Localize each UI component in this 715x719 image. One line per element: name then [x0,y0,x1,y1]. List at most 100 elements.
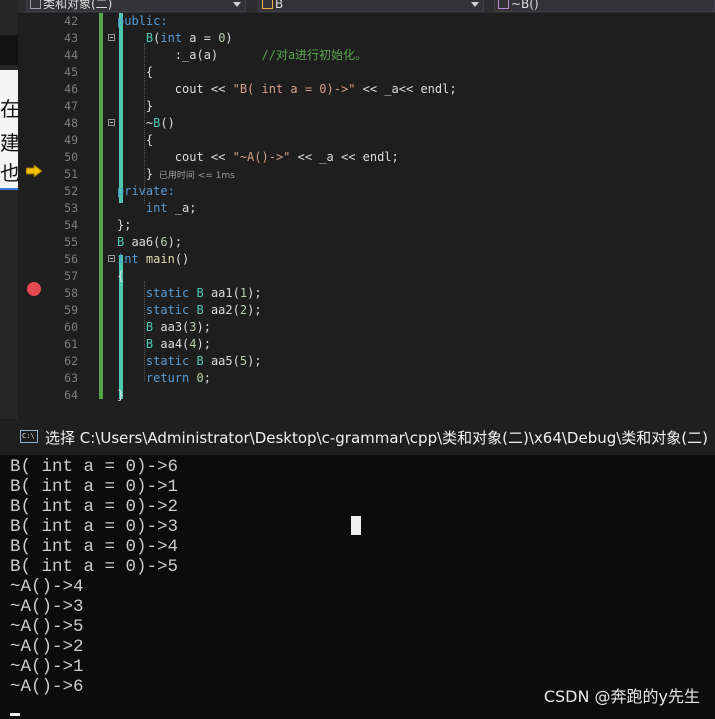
code-text: }; [117,217,131,234]
code-token: "~A()->" [232,150,291,164]
code-line[interactable]: 50 cout << "~A()->" << _a << endl; [18,149,715,166]
output-line: B( int a = 0)->4 [10,537,179,557]
code-token: B [196,354,204,368]
code-line[interactable]: 45 { [18,64,715,81]
code-text: static B aa1(1); [117,285,262,302]
code-token: "B( int a = 0)->" [232,82,356,96]
line-number: 49 [64,133,78,147]
fragment-char-2: 建 [0,131,20,155]
code-token: :_a(a) [117,48,262,62]
code-line[interactable]: 47 } [18,98,715,115]
code-text: int _a; [117,200,197,217]
fold-toggle-icon[interactable] [108,255,115,262]
code-line[interactable]: 63 return 0; [18,370,715,387]
code-line[interactable]: 52 private: [18,183,715,200]
member-combo[interactable]: ~B() [494,0,715,12]
code-token: static [145,354,190,368]
code-text: static B aa5(5); [117,353,262,370]
code-token: private: [117,184,175,198]
code-line[interactable]: 51 } 已用时间 <= 1ms [18,166,715,183]
code-editor[interactable]: 42 public: 43 B(int a = 0) 44 :_a(a) //对a进行… [18,13,715,419]
line-number: 47 [64,99,78,113]
code-line[interactable]: 55 B aa6(6); [18,234,715,251]
code-token: main [145,252,175,266]
line-number: 60 [64,320,78,334]
class-icon [262,0,273,9]
line-number: 61 [64,337,78,351]
code-token: 6 [160,235,168,249]
code-token: //对a进行初始化。 [261,48,368,62]
code-line[interactable]: 56 int main() [18,251,715,268]
code-token: << _a<< endl; [355,82,457,96]
background-dark-block [0,35,18,65]
code-token: static [145,286,190,300]
line-number: 58 [64,286,78,300]
code-line[interactable]: 44 :_a(a) //对a进行初始化。 [18,47,715,64]
code-token: cout << [117,150,233,164]
code-text: } [117,387,124,404]
line-number: 57 [64,269,78,283]
code-token: ); [167,235,183,249]
code-token: a = [182,31,219,45]
line-number: 55 [64,235,78,249]
code-text: ~B() [117,115,175,132]
code-token: ); [196,320,211,334]
code-token: { [117,133,154,147]
output-line: ~A()->5 [10,617,84,637]
code-line[interactable]: 61 B aa4(4); [18,336,715,353]
code-text: private: [117,183,175,200]
code-text: static B aa2(2); [117,302,262,319]
line-number: 44 [64,48,78,62]
member-combo-text: ~B() [511,0,539,11]
code-line[interactable]: 58 static B aa1(1); [18,285,715,302]
code-line[interactable]: 53 int _a; [18,200,715,217]
background-document-fragment: 在 建 也 [0,70,20,190]
code-line[interactable]: 59 static B aa2(2); [18,302,715,319]
code-line[interactable]: 57 { [18,268,715,285]
cmd-icon: C:\ [20,430,38,443]
code-token: aa4( [153,337,190,351]
console-output[interactable]: B( int a = 0)->6 B( int a = 0)->1 B( int a… [10,457,178,697]
code-token: } [117,99,154,113]
line-number: 48 [64,116,78,130]
code-token: ); [247,303,262,317]
chevron-down-icon [471,2,479,7]
code-line[interactable]: 42 public: [18,13,715,30]
fold-toggle-icon[interactable] [108,34,115,41]
text-cursor [351,516,361,535]
fold-toggle-icon[interactable] [108,119,115,126]
code-token: { [117,65,154,79]
member-icon [498,0,509,9]
code-text: { [117,64,153,81]
output-line: ~A()->1 [10,657,84,677]
code-line[interactable]: 62 static B aa5(5); [18,353,715,370]
code-line[interactable]: 60 B aa3(3); [18,319,715,336]
code-token: int [160,31,183,45]
code-line[interactable]: 64} [18,387,715,404]
code-token: static [145,303,190,317]
code-token: () [160,116,175,130]
line-number: 42 [64,14,78,28]
output-line: ~A()->4 [10,577,84,597]
code-text: public: [117,13,168,30]
console-titlebar[interactable]: C:\ 选择 C:\Users\Administrator\Desktop\c-… [0,419,715,455]
code-token: aa6( [124,235,161,249]
output-line: ~A()->2 [10,637,84,657]
code-line[interactable]: 48 ~B() [18,115,715,132]
code-line[interactable]: 49 { [18,132,715,149]
class-combo[interactable]: B [258,0,484,12]
code-token: ~ [117,116,154,130]
code-token: _a; [167,201,197,215]
line-number: 54 [64,218,78,232]
code-line[interactable]: 43 B(int a = 0) [18,30,715,47]
code-line[interactable]: 46 cout << "B( int a = 0)->" << _a<< end… [18,81,715,98]
project-combo[interactable]: 类和对象(二) [26,0,246,12]
console-title: 选择 C:\Users\Administrator\Desktop\c-gram… [45,429,709,447]
console-window[interactable]: C:\ 选择 C:\Users\Administrator\Desktop\c-… [0,419,715,719]
code-token: () [174,252,190,266]
fragment-char-1: 在 [0,97,20,121]
code-line[interactable]: 54}; [18,217,715,234]
code-text: int main() [117,251,189,268]
